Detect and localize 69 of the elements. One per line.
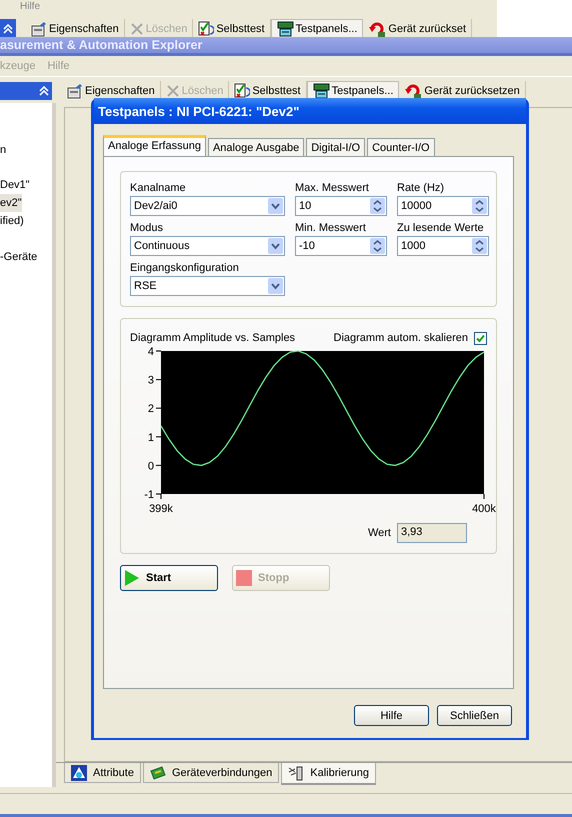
circuit-board-icon	[150, 764, 166, 780]
axis-label: 400k	[472, 503, 496, 515]
axis-label: 1	[148, 432, 154, 444]
start-button[interactable]: Start	[120, 565, 218, 591]
chart-title: Diagramm Amplitude vs. Samples	[130, 332, 296, 344]
panel-header[interactable]	[0, 82, 52, 100]
tab[interactable]: Kalibrierung	[281, 763, 376, 785]
reset-icon	[404, 83, 422, 99]
properties-icon	[31, 21, 47, 37]
checkbox-label: Diagramm autom. skalieren	[334, 332, 468, 344]
spinner-arrows-icon	[370, 238, 385, 254]
tree-item[interactable]: -Geräte	[0, 248, 38, 266]
collapse-icon	[39, 86, 49, 96]
tab[interactable]: Counter-I/O	[367, 138, 435, 156]
reset-icon	[368, 21, 386, 37]
value-field: 3,93	[397, 523, 467, 543]
field-label: Zu lesende Werte	[397, 222, 485, 234]
number-spinner[interactable]: 1000	[397, 236, 489, 256]
tree-item[interactable]: Dev1"	[0, 176, 30, 194]
tab[interactable]: Analoge Erfassung	[103, 135, 206, 156]
number-spinner[interactable]: -10	[295, 236, 387, 256]
field-label: Rate (Hz)	[397, 182, 446, 194]
dropdown[interactable]: RSE	[130, 276, 285, 296]
dropdown[interactable]: Dev2/ai0	[130, 196, 285, 216]
dialog-button[interactable]: Hilfe	[354, 705, 429, 726]
tab[interactable]: Geräteverbindungen	[142, 763, 280, 783]
panel-icon	[276, 21, 294, 37]
stop-icon	[236, 570, 252, 586]
axis-label: 4	[148, 347, 154, 358]
tree-item[interactable]: n	[0, 141, 6, 159]
tick-mark	[160, 494, 162, 500]
tab[interactable]: Attribute	[64, 763, 141, 783]
checklist-icon	[234, 83, 250, 99]
axis-label: -1	[144, 489, 154, 501]
field-label: Max. Messwert	[295, 182, 370, 194]
tab[interactable]: Analoge Ausgabe	[208, 138, 304, 156]
field-label: Min. Messwert	[295, 222, 367, 234]
collapse-button[interactable]	[0, 19, 16, 39]
field-label: Kanalname	[130, 182, 187, 194]
tab[interactable]: Digital-I/O	[306, 138, 366, 156]
calibration-icon	[288, 765, 304, 781]
axis-label: 399k	[149, 503, 173, 515]
dropdown[interactable]: Continuous	[130, 236, 285, 256]
attributes-icon	[71, 764, 87, 780]
collapse-icon	[3, 24, 13, 34]
number-spinner[interactable]: 10	[295, 196, 387, 216]
spinner-arrows-icon	[370, 198, 385, 214]
dialog-button[interactable]: Schließen	[437, 705, 512, 726]
axis-label: 0	[148, 460, 154, 472]
spinner-arrows-icon	[472, 238, 487, 254]
tree-item[interactable]: ev2"	[0, 194, 22, 212]
axis-label: 2	[148, 403, 154, 416]
field-label: Eingangskonfiguration	[130, 262, 240, 274]
spinner-arrows-icon	[472, 198, 487, 214]
checkbox[interactable]	[474, 332, 487, 344]
play-icon	[124, 570, 140, 586]
checklist-icon	[198, 21, 214, 37]
field-label: Modus	[130, 222, 164, 234]
window-title: asurement & Automation Explorer	[0, 37, 572, 56]
delete-icon	[130, 22, 144, 36]
dialog-title: Testpanels : NI PCI-6221: "Dev2"	[94, 98, 526, 124]
delete-icon	[166, 84, 180, 98]
value-label: Wert	[368, 527, 391, 539]
properties-icon	[67, 83, 83, 99]
tree-item[interactable]: ified)	[0, 212, 24, 230]
panel-icon	[312, 83, 330, 99]
axis-label: 3	[148, 374, 154, 387]
number-spinner[interactable]: 10000	[397, 196, 489, 216]
check-icon	[476, 334, 485, 342]
